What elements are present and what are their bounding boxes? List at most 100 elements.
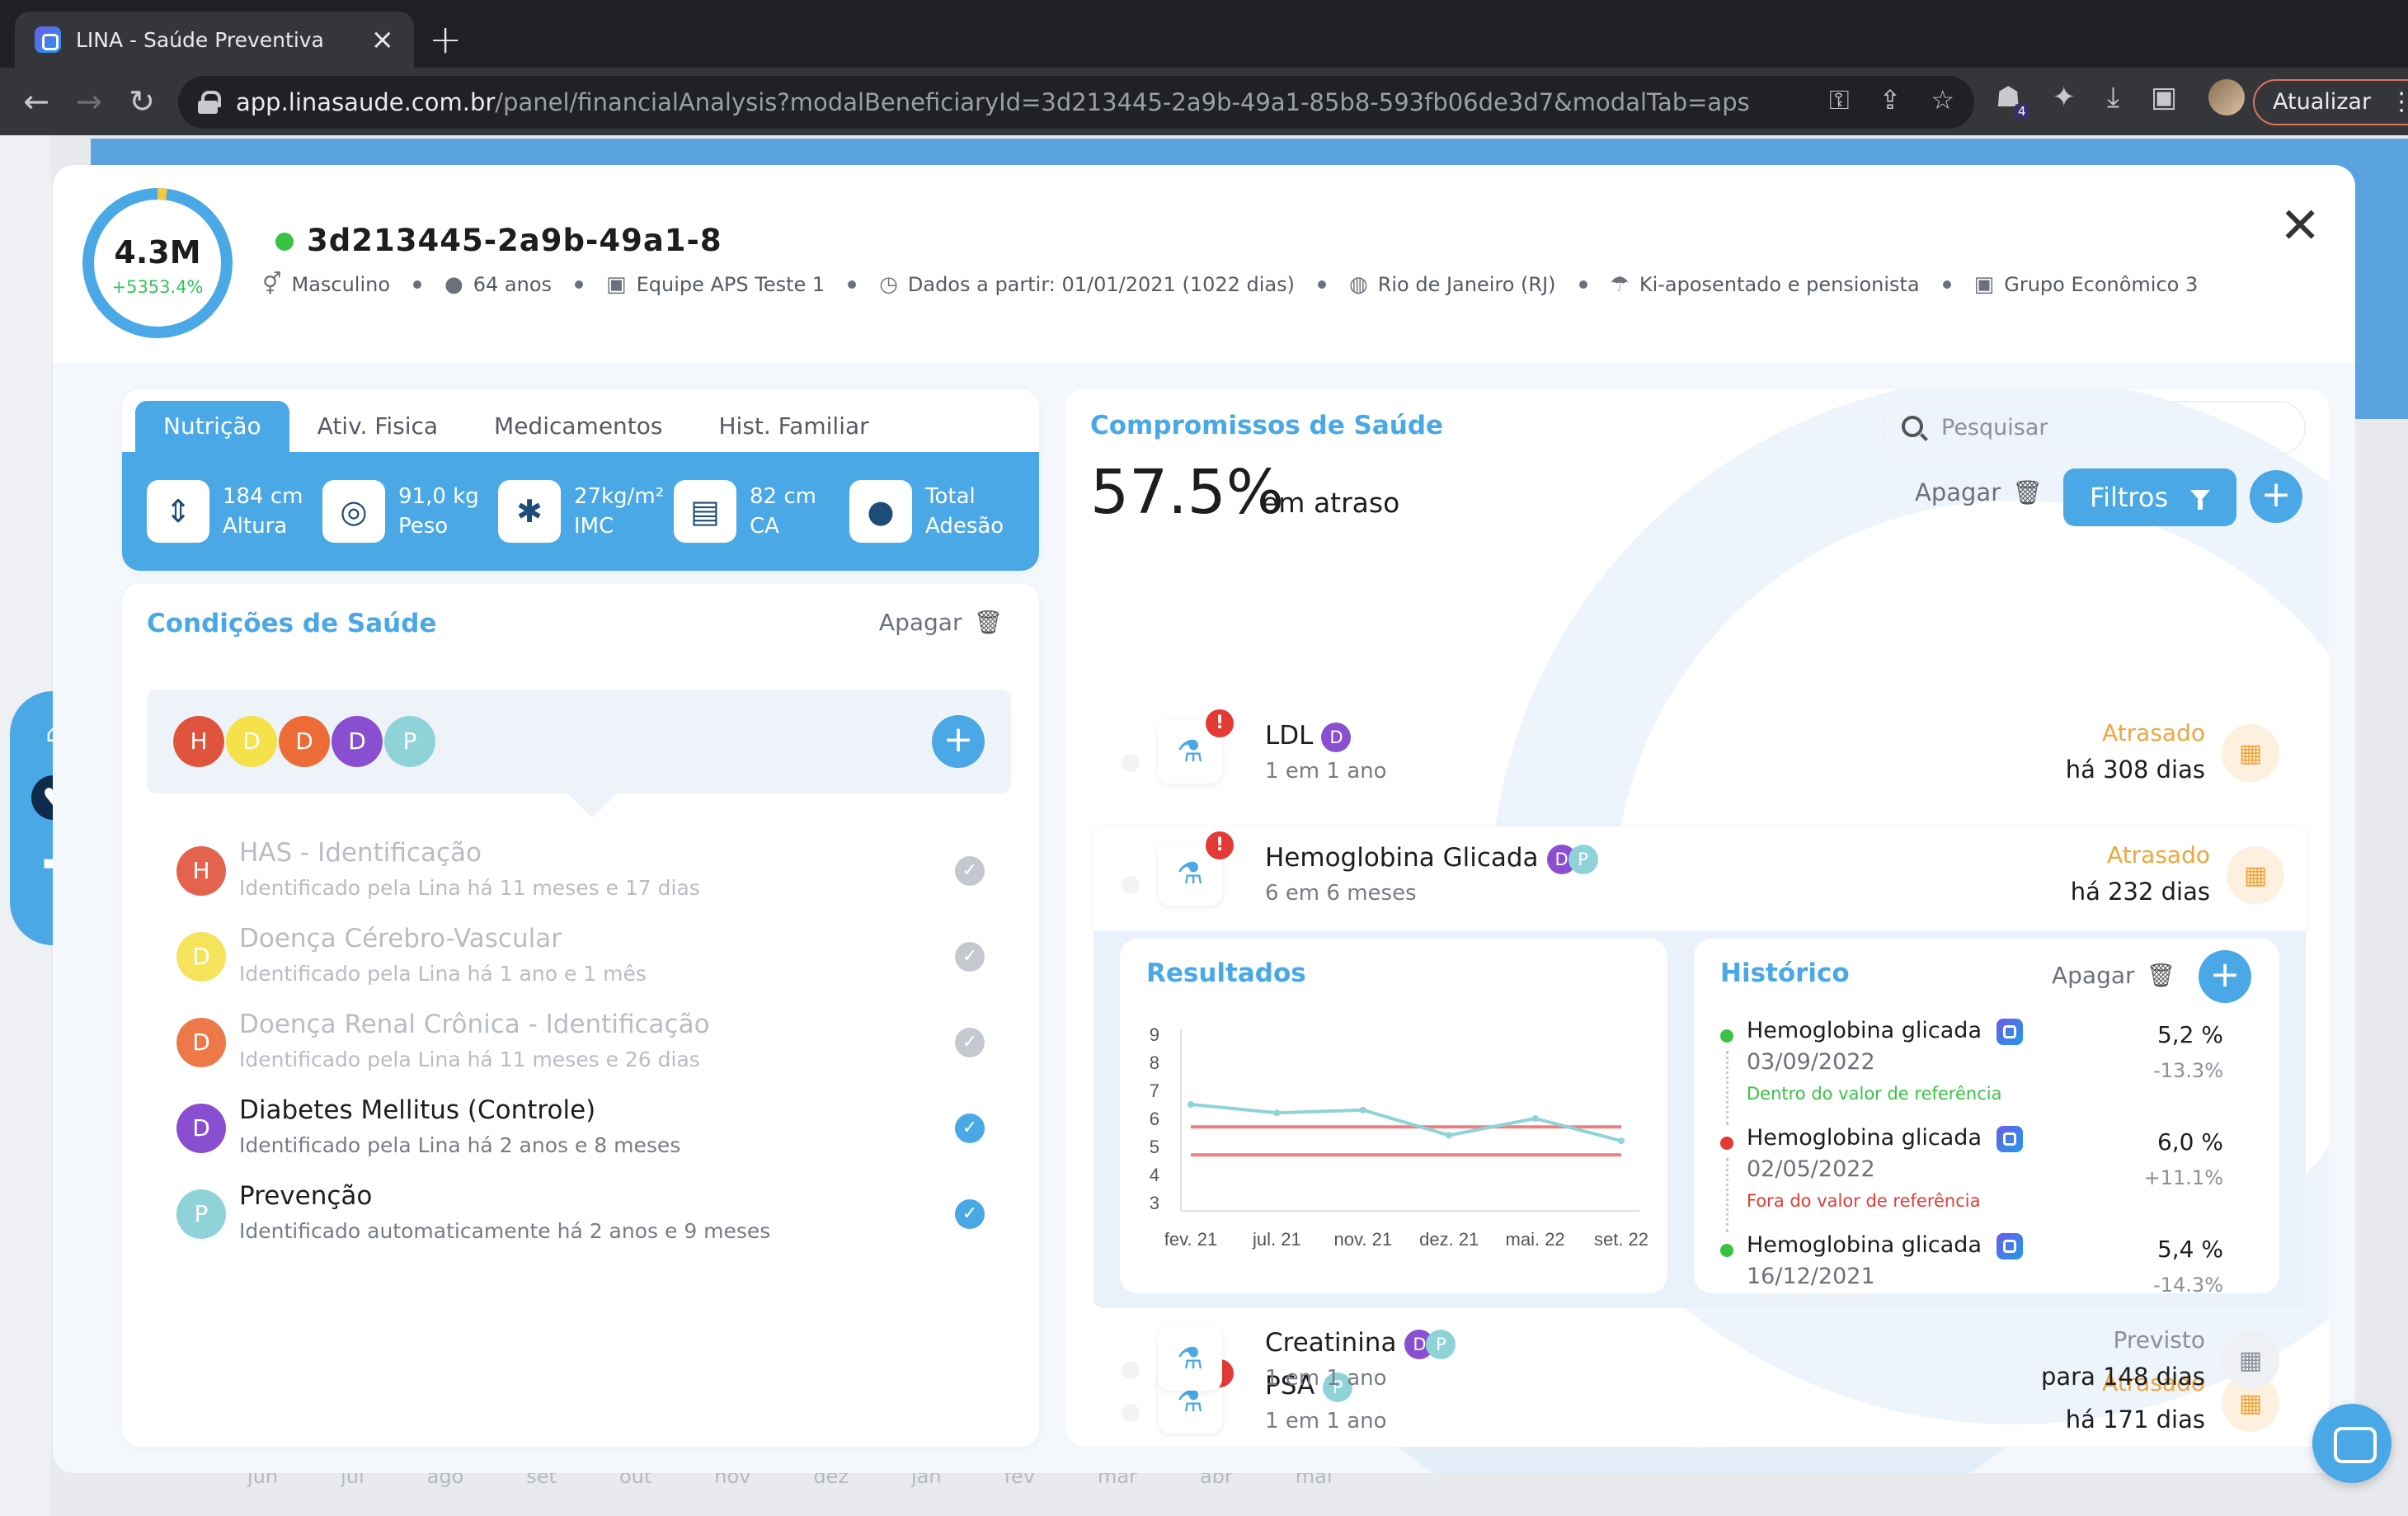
circle-h[interactable]: H bbox=[173, 716, 224, 767]
commitment-detail: há 308 dias bbox=[2065, 756, 2205, 784]
filters-button[interactable]: Filtros bbox=[2063, 468, 2236, 526]
tab-list: Nutrição Ativ. Fisica Medicamentos Hist.… bbox=[135, 401, 897, 452]
condition-item[interactable]: D Doença Renal Crônica - Identificação I… bbox=[176, 1006, 985, 1081]
check-icon[interactable]: ✓ bbox=[955, 1113, 985, 1143]
filter-icon bbox=[2190, 490, 2210, 510]
delete-label: Apagar bbox=[2052, 962, 2135, 989]
puzzle-icon[interactable]: ✦ bbox=[2052, 81, 2076, 114]
condition-subtitle: Identificado pela Lina há 2 anos e 8 mes… bbox=[239, 1133, 681, 1157]
commitments-title: Compromissos de Saúde bbox=[1090, 411, 1444, 440]
key-icon[interactable]: ⚿ bbox=[1829, 84, 1849, 116]
condition-item[interactable]: D Doença Cérebro-Vascular Identificado p… bbox=[176, 920, 985, 995]
delete-label: Apagar bbox=[878, 609, 962, 636]
menu-icon[interactable]: ⋮ bbox=[2389, 81, 2408, 124]
share-icon[interactable]: ⇪ bbox=[1879, 84, 1902, 116]
check-icon[interactable]: ✓ bbox=[955, 1199, 985, 1229]
metric-label: Peso bbox=[398, 514, 449, 539]
condition-item[interactable]: P Prevenção Identificado automaticamente… bbox=[176, 1178, 985, 1252]
metric-value: 184 cm bbox=[223, 484, 303, 509]
late-label: em atraso bbox=[1262, 487, 1400, 519]
extension-icon[interactable]: ☗ 4 bbox=[1996, 81, 2029, 119]
calendar-icon[interactable]: ▦ bbox=[2222, 724, 2279, 782]
data-point bbox=[1446, 1132, 1453, 1139]
person-icon: ● bbox=[444, 272, 463, 297]
tab-close-icon[interactable]: × bbox=[371, 26, 395, 54]
right-panel: Compromissos de Saúde 57.5% em atraso Pe… bbox=[1065, 389, 2329, 1447]
history-item[interactable]: Hemoglobina glicada 16/12/2021 5,4 % -14… bbox=[1720, 1232, 2256, 1293]
condition-title: HAS - Identificação bbox=[239, 838, 482, 868]
check-icon[interactable]: ✓ bbox=[955, 1028, 985, 1057]
commitment-frequency: 1 em 1 ano bbox=[1265, 1366, 1387, 1391]
tape-icon: ▤ bbox=[674, 480, 736, 543]
x-tick-label: fev. 21 bbox=[1164, 1229, 1217, 1250]
sidebar-icon[interactable]: ▣ bbox=[2151, 81, 2177, 114]
forward-icon[interactable]: → bbox=[63, 83, 115, 120]
lock-icon bbox=[198, 91, 221, 114]
commitment-item-expanded[interactable]: ⚗ ! Hemoglobina Glicada D P 6 em 6 meses A… bbox=[1093, 826, 2306, 934]
calendar-icon[interactable]: ▦ bbox=[2222, 1331, 2279, 1389]
tab-medicamentos[interactable]: Medicamentos bbox=[466, 401, 690, 452]
circle-d[interactable]: D bbox=[226, 716, 277, 767]
beneficiary-id: 3d213445-2a9b-49a1-8 bbox=[307, 223, 722, 258]
commitment-status: Atrasado bbox=[2102, 719, 2205, 746]
commitment-details: Resultados 3 4 5 6 7 8 9 fev. 21 jul. 21 nov. 21 d… bbox=[1093, 930, 2306, 1308]
tab-nutricao[interactable]: Nutrição bbox=[135, 401, 289, 452]
briefcase-icon: ▣ bbox=[606, 272, 627, 297]
lina-logo-icon bbox=[1996, 1018, 2023, 1045]
history-status: Fora do valor de referência bbox=[1747, 1191, 1981, 1211]
reload-icon[interactable]: ↻ bbox=[115, 83, 168, 120]
address-bar[interactable]: app.linasaude.com.br/panel/financialAnal… bbox=[178, 76, 1974, 129]
calendar-icon[interactable]: ▦ bbox=[2227, 846, 2284, 904]
metric-label: Adesão bbox=[925, 514, 1004, 539]
y-tick-label: 8 bbox=[1150, 1052, 1159, 1073]
condition-badge: D bbox=[176, 1104, 226, 1153]
series-line bbox=[1190, 1103, 1622, 1143]
circle-d[interactable]: D bbox=[332, 716, 383, 767]
history-item[interactable]: Hemoglobina glicada 02/05/2022 Fora do v… bbox=[1720, 1125, 2256, 1232]
new-tab-icon[interactable]: + bbox=[429, 16, 462, 63]
search-input[interactable]: Pesquisar bbox=[1882, 401, 2306, 455]
history-value: 5,2 % bbox=[2156, 1021, 2223, 1048]
x-tick-label: dez. 21 bbox=[1419, 1229, 1479, 1250]
badge: D bbox=[1321, 722, 1352, 752]
tab-ativ-fisica[interactable]: Ativ. Fisica bbox=[289, 401, 466, 452]
commitment-frequency: 1 em 1 ano bbox=[1265, 759, 1387, 784]
add-condition-button[interactable]: + bbox=[932, 715, 985, 768]
update-button[interactable]: Atualizar ⋮ bbox=[2253, 79, 2408, 125]
download-icon[interactable]: ⤓ bbox=[2107, 81, 2119, 114]
x-tick-label: nov. 21 bbox=[1334, 1229, 1393, 1250]
condition-item[interactable]: H HAS - Identificação Identificado pela … bbox=[176, 835, 985, 909]
commitment-item[interactable]: ⚗ Creatinina D P 1 em 1 ano Previsto para … bbox=[1065, 1311, 2329, 1427]
commitment-detail: para 148 dias bbox=[2040, 1363, 2205, 1391]
tab-hist-familiar[interactable]: Hist. Familiar bbox=[690, 401, 896, 452]
add-history-button[interactable]: + bbox=[2199, 950, 2251, 1003]
circle-p[interactable]: P bbox=[384, 716, 435, 767]
tabs-card: Nutrição Ativ. Fisica Medicamentos Hist.… bbox=[122, 389, 1039, 571]
commitment-item[interactable]: ⚗ ! LDL D 1 em 1 ano Atrasado há 308 dias… bbox=[1065, 704, 2329, 820]
avatar[interactable] bbox=[2208, 79, 2246, 115]
star-icon[interactable]: ☆ bbox=[1931, 84, 1954, 116]
conditions-delete-button[interactable]: Apagar 🗑 bbox=[879, 609, 1003, 636]
close-icon[interactable]: ✕ bbox=[2279, 201, 2321, 251]
group: Grupo Econômico 3 bbox=[2004, 273, 2199, 296]
add-commitment-button[interactable]: + bbox=[2250, 470, 2302, 523]
history-delete-button[interactable]: Apagar 🗑 bbox=[2052, 962, 2175, 989]
condition-circles: H D D D P + bbox=[147, 690, 1011, 818]
metric-peso: ◎ 91,0 kg Peso bbox=[322, 480, 498, 543]
history-item[interactable]: Hemoglobina glicada 03/09/2022 Dentro do… bbox=[1720, 1018, 2256, 1125]
back-icon[interactable]: ← bbox=[10, 83, 63, 120]
history-name: Hemoglobina glicada bbox=[1747, 1018, 1982, 1043]
metric-value: 91,0 kg bbox=[398, 484, 479, 509]
person-icon: ✱ bbox=[498, 480, 561, 543]
browser-tab[interactable]: LINA - Saúde Preventiva × bbox=[15, 12, 414, 68]
check-icon[interactable]: ✓ bbox=[955, 856, 985, 886]
condition-title: Diabetes Mellitus (Controle) bbox=[239, 1095, 596, 1125]
commitments-delete-button[interactable]: Apagar 🗑 bbox=[1915, 478, 2043, 507]
search-placeholder: Pesquisar bbox=[1941, 415, 2048, 440]
check-icon[interactable]: ✓ bbox=[955, 942, 985, 972]
condition-item[interactable]: D Diabetes Mellitus (Controle) Identific… bbox=[176, 1092, 985, 1166]
condition-badge: H bbox=[176, 846, 226, 896]
data-point bbox=[1188, 1101, 1194, 1108]
circle-d[interactable]: D bbox=[279, 716, 330, 767]
chat-button[interactable] bbox=[2312, 1404, 2392, 1483]
